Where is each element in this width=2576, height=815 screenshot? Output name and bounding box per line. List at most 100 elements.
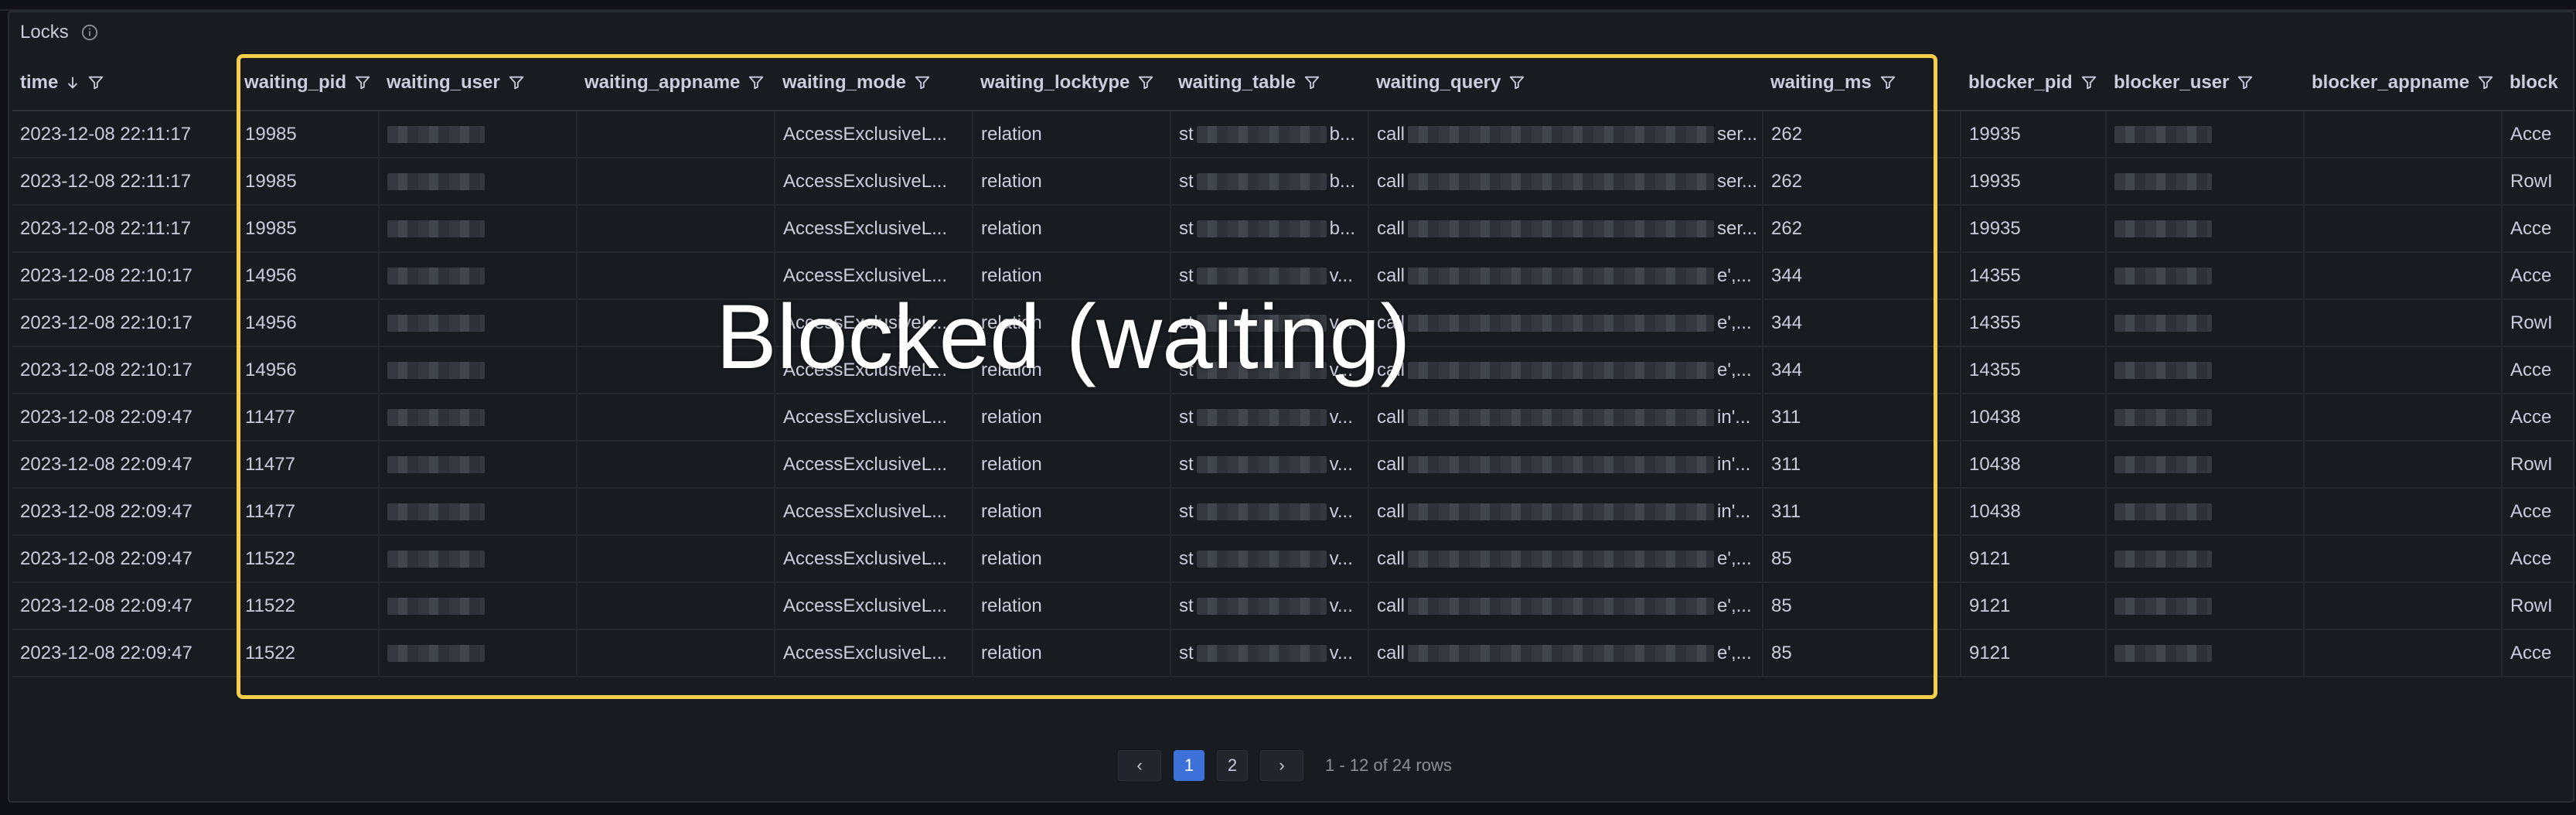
- cell-waiting-ms: 344: [1763, 299, 1961, 347]
- table-row[interactable]: 2023-12-08 22:09:47 11522 AccessExclusiveL…: [12, 582, 2575, 630]
- redacted-blur: [1408, 644, 1715, 662]
- cell-waiting-pid: 11522: [237, 629, 380, 677]
- column-header-waiting-appname[interactable]: waiting_appname: [577, 56, 775, 111]
- cell-waiting-query: call e',...: [1368, 629, 1763, 677]
- cell-blocker-mode: RowI: [2502, 299, 2575, 347]
- cell-waiting-pid: 19985: [237, 158, 380, 206]
- cell-waiting-table: st v...: [1170, 394, 1369, 442]
- table-suffix: b...: [1329, 170, 1356, 192]
- cell-waiting-locktype-text: relation: [981, 547, 1042, 569]
- column-header-blocker-pid[interactable]: blocker_pid: [1961, 56, 2106, 111]
- cell-waiting-user: [379, 252, 578, 300]
- column-header-content: time: [20, 72, 237, 94]
- cell-waiting-mode: AccessExclusiveL...: [775, 629, 973, 677]
- table-suffix: v...: [1329, 406, 1353, 428]
- filter-icon[interactable]: [2237, 74, 2254, 91]
- cell-waiting-pid: 19985: [237, 205, 380, 253]
- filter-icon[interactable]: [2477, 74, 2494, 91]
- prev-page-button[interactable]: ‹: [1118, 750, 1161, 781]
- filter-icon[interactable]: [1879, 74, 1896, 91]
- table-row[interactable]: 2023-12-08 22:09:47 11477 AccessExclusiveL…: [12, 488, 2575, 536]
- query-suffix: e',...: [1717, 264, 1752, 286]
- cell-waiting-table: st b...: [1170, 205, 1369, 253]
- redacted-blur: [1408, 314, 1715, 332]
- arrow-down-icon[interactable]: [66, 74, 80, 91]
- column-header-waiting-ms[interactable]: waiting_ms: [1763, 56, 1961, 111]
- cell-blocker-pid-text: 19935: [1969, 170, 2021, 192]
- cell-blocker-mode: RowI: [2502, 582, 2575, 630]
- cell-waiting-user: [379, 346, 578, 394]
- filter-icon[interactable]: [748, 74, 765, 91]
- cell-waiting-appname: [577, 535, 775, 583]
- filter-icon[interactable]: [1508, 74, 1525, 91]
- cell-waiting-appname: [577, 205, 775, 253]
- cell-time-text: 2023-12-08 22:09:47: [20, 547, 193, 569]
- cell-blocker-appname: [2304, 488, 2503, 536]
- query-prefix: call: [1377, 500, 1406, 522]
- column-header-blocker-user[interactable]: blocker_user: [2106, 56, 2304, 111]
- column-header-content: blocker_pid: [1968, 72, 2106, 94]
- redacted-blur: [1408, 361, 1715, 379]
- filter-icon[interactable]: [2080, 74, 2097, 91]
- table-row[interactable]: 2023-12-08 22:09:47 11522 AccessExclusiveL…: [12, 535, 2575, 583]
- column-header-content: block: [2510, 72, 2575, 94]
- table-row[interactable]: 2023-12-08 22:11:17 19985 AccessExclusiveL…: [12, 158, 2575, 206]
- column-header-waiting-pid[interactable]: waiting_pid: [237, 56, 379, 111]
- page-2-button[interactable]: 2: [1217, 750, 1248, 781]
- column-header-time[interactable]: time: [12, 56, 237, 111]
- cell-blocker-pid-text: 10438: [1969, 406, 2021, 428]
- cell-blocker-pid: 9121: [1961, 535, 2107, 583]
- query-prefix: call: [1377, 217, 1406, 239]
- query-suffix: e',...: [1717, 595, 1752, 616]
- column-header-waiting-locktype[interactable]: waiting_locktype: [973, 56, 1170, 111]
- column-header-block[interactable]: block: [2502, 56, 2575, 111]
- filter-icon[interactable]: [354, 74, 371, 91]
- cell-time-text: 2023-12-08 22:11:17: [20, 170, 192, 192]
- cell-waiting-mode: AccessExclusiveL...: [775, 582, 973, 630]
- column-header-waiting-table[interactable]: waiting_table: [1170, 56, 1368, 111]
- table-prefix: st: [1179, 595, 1194, 616]
- cell-waiting-user: [379, 629, 578, 677]
- cell-waiting-query: call in'...: [1368, 394, 1763, 442]
- table-row[interactable]: 2023-12-08 22:11:17 19985 AccessExclusiveL…: [12, 205, 2575, 253]
- column-header-label: blocker_user: [2114, 72, 2230, 93]
- cell-blocker-pid: 19935: [1961, 158, 2107, 206]
- page-1-button[interactable]: 1: [1174, 750, 1205, 781]
- redacted-blur: [387, 315, 485, 332]
- column-header-waiting-mode[interactable]: waiting_mode: [775, 56, 973, 111]
- column-header-label: waiting_query: [1376, 72, 1501, 93]
- filter-icon[interactable]: [1137, 74, 1154, 91]
- cell-waiting-query: call in'...: [1368, 441, 1763, 489]
- cell-blocker-appname: [2304, 158, 2503, 206]
- cell-waiting-locktype-text: relation: [981, 217, 1042, 239]
- column-header-label: waiting_mode: [782, 72, 907, 93]
- cell-waiting-mode: AccessExclusiveL...: [775, 111, 973, 159]
- query-suffix: in'...: [1717, 406, 1751, 428]
- column-header-waiting-query[interactable]: waiting_query: [1368, 56, 1763, 111]
- cell-waiting-locktype-text: relation: [981, 123, 1042, 145]
- cell-waiting-pid: 11522: [237, 582, 380, 630]
- table-row[interactable]: 2023-12-08 22:11:17 19985 AccessExclusiveL…: [12, 111, 2575, 159]
- cell-time: 2023-12-08 22:09:47: [12, 582, 237, 630]
- cell-waiting-query: call e',...: [1368, 582, 1763, 630]
- filter-icon[interactable]: [508, 74, 525, 91]
- filter-icon[interactable]: [914, 74, 931, 91]
- cell-waiting-ms-text: 344: [1771, 264, 1803, 286]
- filter-icon[interactable]: [87, 74, 104, 91]
- redacted-blur: [1408, 408, 1715, 426]
- table-row[interactable]: 2023-12-08 22:09:47 11522 AccessExclusiveL…: [12, 629, 2575, 677]
- column-header-waiting-user[interactable]: waiting_user: [379, 56, 577, 111]
- cell-waiting-user: [379, 582, 578, 630]
- column-header-blocker-appname[interactable]: blocker_appname: [2304, 56, 2502, 111]
- cell-waiting-user: [379, 488, 578, 536]
- filter-icon[interactable]: [1303, 74, 1320, 91]
- cell-time: 2023-12-08 22:09:47: [12, 629, 237, 677]
- table-row[interactable]: 2023-12-08 22:09:47 11477 AccessExclusiveL…: [12, 441, 2575, 489]
- cell-waiting-appname: [577, 582, 775, 630]
- table-suffix: v...: [1329, 595, 1353, 616]
- table-row[interactable]: 2023-12-08 22:09:47 11477 AccessExclusiveL…: [12, 394, 2575, 442]
- cell-waiting-mode-text: AccessExclusiveL...: [783, 500, 948, 522]
- cell-blocker-user: [2106, 441, 2305, 489]
- info-icon[interactable]: [81, 24, 98, 41]
- next-page-button[interactable]: ›: [1260, 750, 1303, 781]
